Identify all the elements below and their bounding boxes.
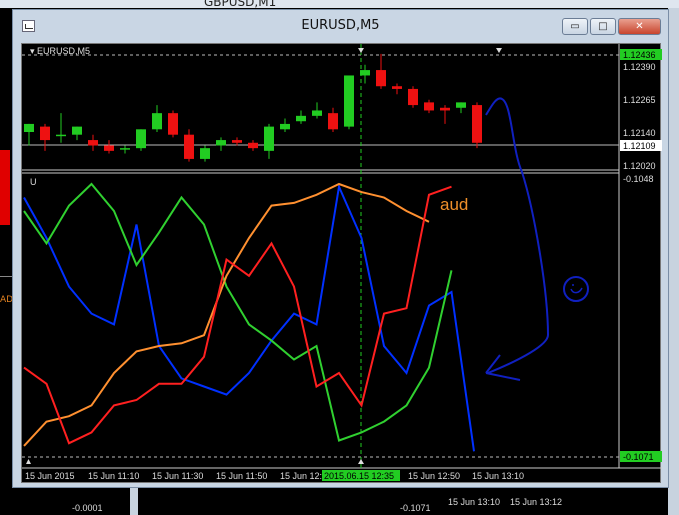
candle-body [152, 113, 162, 130]
window-titlebar[interactable]: EURUSD,M5 ▭ □ ✕ [13, 10, 668, 42]
top-price-highlight-label: 1.12436 [623, 50, 656, 60]
time-axis-label: 15 Jun 12: [280, 471, 322, 481]
maximize-button[interactable]: □ [590, 18, 616, 35]
price-axis-label: 1.12265 [623, 95, 656, 105]
crosshair-marker [358, 459, 364, 464]
candle-body [344, 75, 354, 127]
candle-body [376, 70, 386, 87]
candle-body [24, 123, 34, 132]
candle-body [72, 126, 82, 135]
candle-body [248, 142, 258, 149]
background-time-label: 15 Jun 13:12 [510, 497, 563, 507]
candle-body [408, 88, 418, 106]
price-axis-label: 1.12140 [623, 128, 656, 138]
indicator-series [23, 182, 475, 452]
chart-symbol-label: ▾ EURUSD,M5 [30, 46, 90, 56]
background-window-strip [0, 0, 679, 8]
background-time-label: 15 Jun 13:10 [448, 497, 501, 507]
price-axis-label: 1.12020 [623, 161, 656, 171]
candle-body [440, 107, 450, 111]
background-window-title: GBPUSD,M1 [204, 0, 277, 9]
shift-marker [496, 48, 502, 53]
price-axis-label: 1.12390 [623, 62, 656, 72]
chart-canvas[interactable]: ▾ EURUSD,M5 U 1.12436 1.12390 1.12265 1.… [22, 44, 662, 484]
candle-body [360, 70, 370, 76]
time-axis-label: 15 Jun 11:30 [152, 471, 203, 481]
background-bottom-separator [130, 488, 138, 515]
time-axis-label: 15 Jun 11:10 [88, 471, 139, 481]
candle-body [328, 113, 338, 130]
indicator-line-0 [23, 183, 475, 452]
time-axis-label: 15 Jun 2015 [25, 471, 75, 481]
candle-body [168, 113, 178, 135]
crosshair-time-label: 2015.06.15 12:35 [324, 471, 394, 481]
background-value-label: -0.0001 [72, 503, 103, 513]
time-axis-label: 15 Jun 12:50 [408, 471, 460, 481]
candle-body [312, 110, 322, 116]
candle-body [136, 129, 146, 149]
background-left-candle [0, 150, 10, 225]
candle-body [40, 126, 50, 141]
candle-body [424, 102, 434, 111]
time-axis-label: 15 Jun 11:50 [216, 471, 267, 481]
chart-window[interactable]: EURUSD,M5 ▭ □ ✕ ▾ EURUSD,M5 U 1.12436 1.… [12, 9, 669, 488]
candle-body [184, 134, 194, 159]
candle-body [296, 115, 306, 122]
candle-body [232, 140, 242, 143]
indicator-bottom-highlight-label: -0.1071 [623, 452, 654, 462]
candle-body [56, 134, 66, 137]
candle-body [280, 123, 290, 130]
chart-area[interactable]: ▾ EURUSD,M5 U 1.12436 1.12390 1.12265 1.… [21, 43, 662, 484]
close-button[interactable]: ✕ [618, 18, 661, 35]
indicator-top-value: -0.1048 [623, 174, 654, 184]
candle-body [120, 148, 130, 150]
indicator-label: U [30, 177, 37, 187]
candle-body [392, 86, 402, 89]
background-right-frame [668, 8, 679, 515]
candle-body [200, 148, 210, 159]
aud-annotation: aud [440, 195, 468, 214]
candle-body [216, 140, 226, 146]
candle-body [104, 145, 114, 151]
candle-body [456, 102, 466, 108]
crosshair-marker [358, 48, 364, 53]
current-price-label: 1.12109 [623, 141, 656, 151]
background-value-label: -0.1071 [400, 503, 431, 513]
candle-body [264, 126, 274, 151]
indicator-line-2 [23, 182, 430, 447]
candle-body [472, 105, 482, 143]
scroll-marker [26, 459, 31, 464]
candle-body [88, 140, 98, 146]
indicator-line-3 [23, 185, 452, 445]
minimize-button[interactable]: ▭ [562, 18, 588, 35]
time-axis-label: 15 Jun 13:10 [472, 471, 524, 481]
